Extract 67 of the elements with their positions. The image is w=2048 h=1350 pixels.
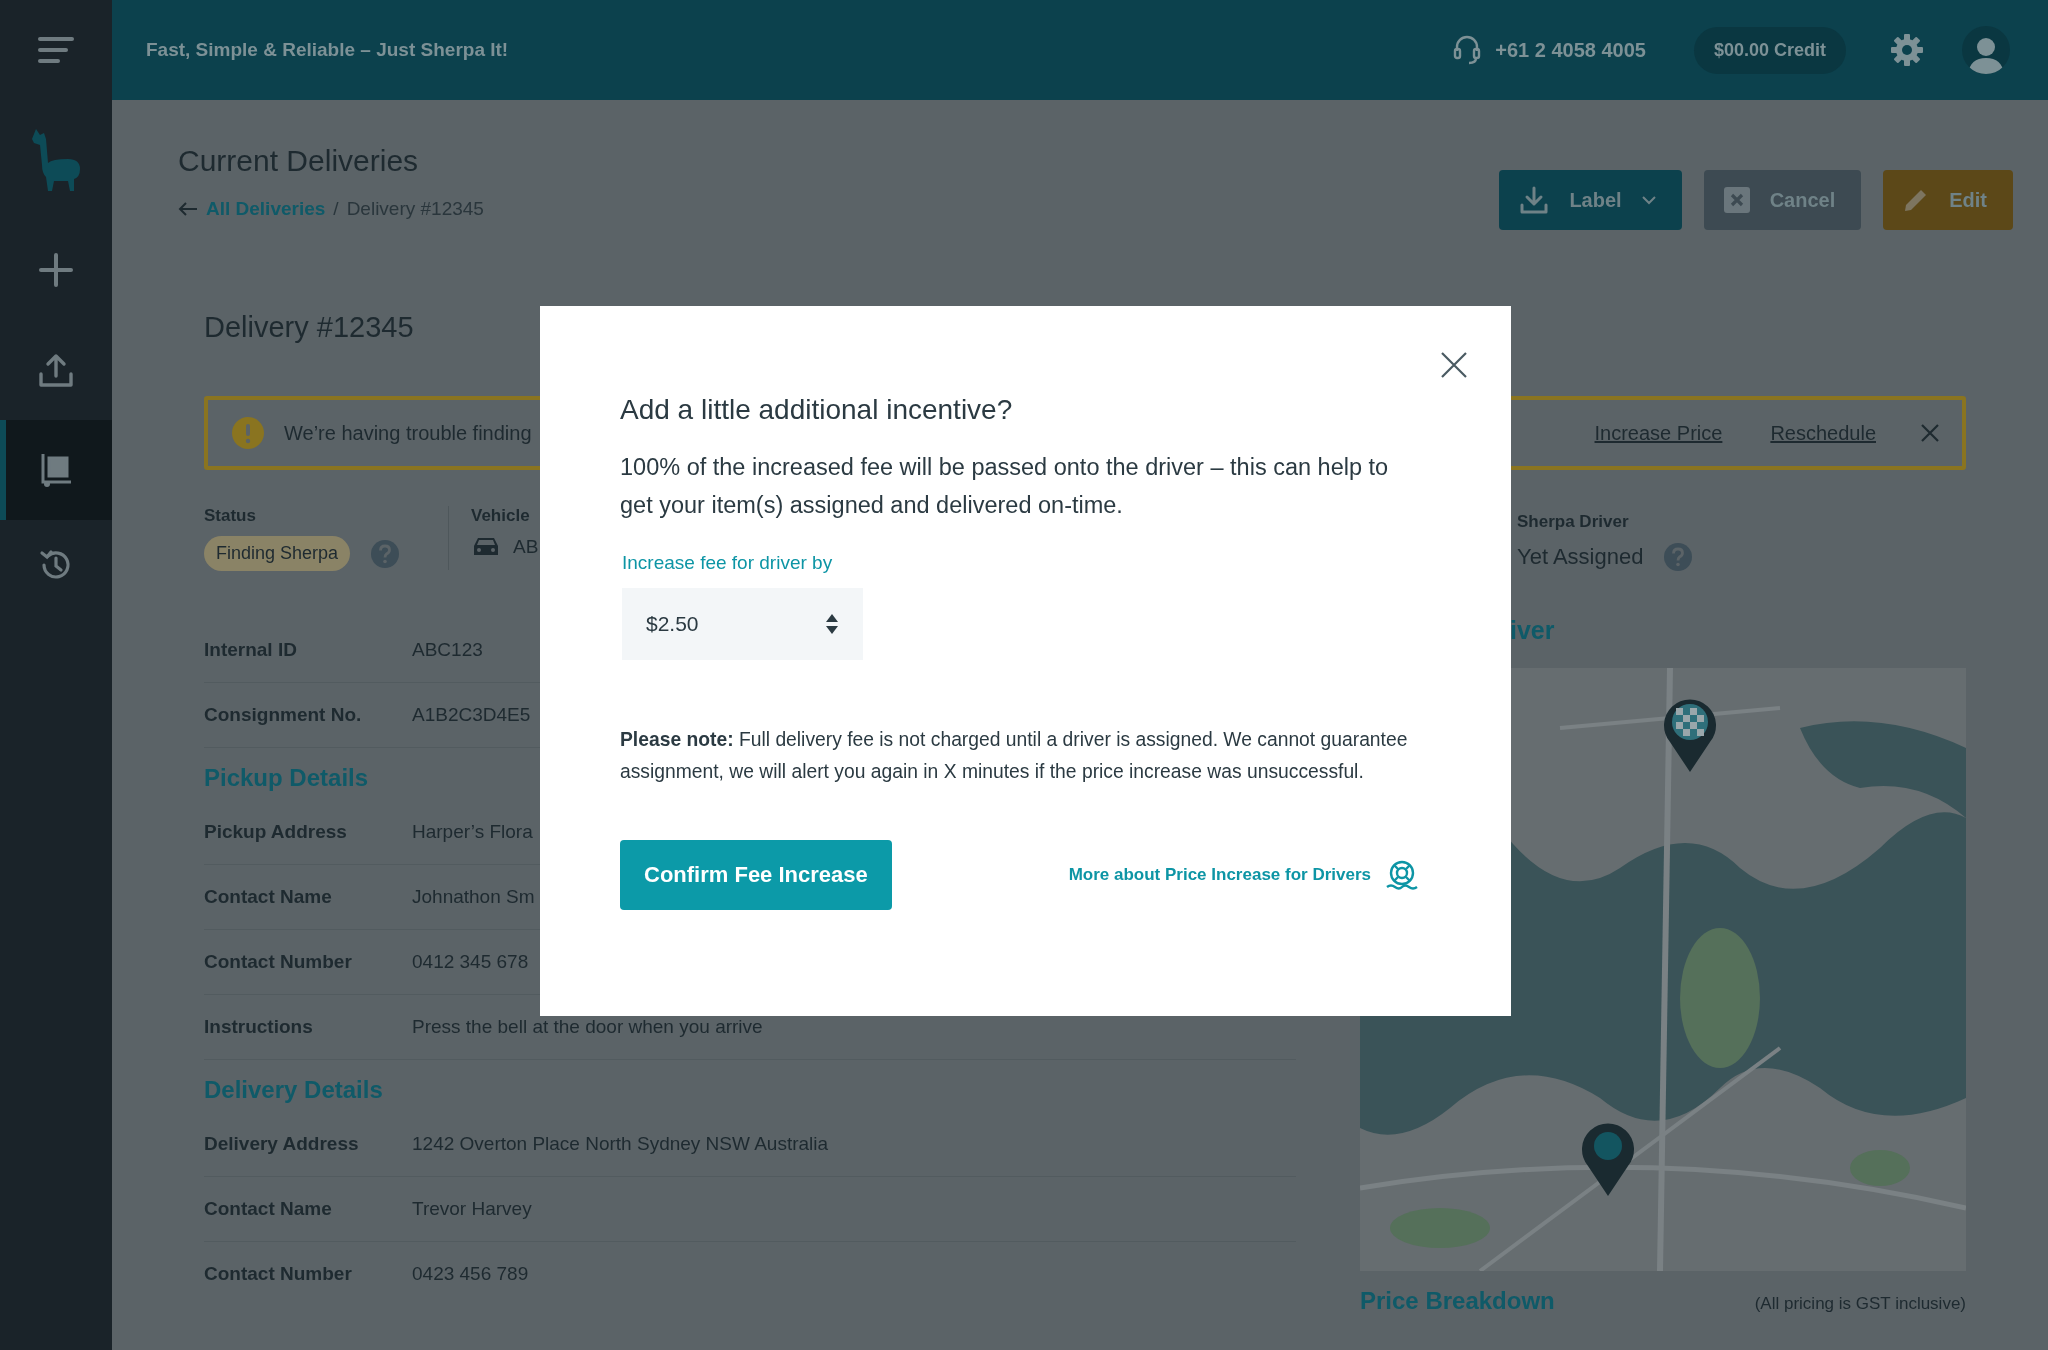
settings-icon[interactable] bbox=[1890, 33, 1924, 67]
field-label: Delivery Address bbox=[204, 1133, 360, 1155]
edit-button[interactable]: Edit bbox=[1883, 170, 2013, 230]
driver-value: Yet Assigned bbox=[1517, 544, 1644, 570]
section-heading: Pickup Details bbox=[204, 764, 369, 792]
field-value: Trevor Harvey bbox=[412, 1198, 532, 1220]
back-arrow-icon[interactable] bbox=[178, 201, 198, 217]
status-label: Status bbox=[204, 506, 257, 526]
modal-description: 100% of the increased fee will be passed onto the driver – this can help to get your item(s) assigned and delivered on-time. bbox=[620, 453, 1390, 520]
caret-icon bbox=[1641, 195, 1656, 205]
phone-number[interactable]: +61 2 4058 4005 bbox=[1495, 38, 1646, 62]
avatar-icon[interactable] bbox=[1962, 26, 2010, 74]
clipboard-icon[interactable] bbox=[39, 452, 73, 488]
field-value: ABC123 bbox=[412, 639, 483, 661]
field-label: Internal ID bbox=[204, 639, 298, 661]
field-label: Contact Name bbox=[204, 1198, 333, 1220]
tagline: Fast, Simple & Reliable – Just Sherpa It! bbox=[146, 39, 510, 61]
field-value: 1242 Overton Place North Sydney NSW Australia bbox=[412, 1133, 829, 1155]
cancel-button[interactable]: Cancel bbox=[1703, 170, 1862, 230]
field-value: Johnathon Sm bbox=[412, 886, 535, 908]
lifebuoy-icon[interactable] bbox=[1385, 860, 1419, 890]
confirm-button[interactable]: Confirm Fee Increase bbox=[620, 840, 892, 910]
field-label: Contact Name bbox=[204, 886, 333, 908]
close-box-icon bbox=[1723, 187, 1750, 213]
pricing-note: (All pricing is GST inclusive) bbox=[1754, 1294, 1966, 1314]
fee-input[interactable]: $2.50 bbox=[622, 588, 863, 660]
alert-link[interactable]: Increase Price bbox=[1594, 421, 1723, 445]
map-pin-icon bbox=[1662, 696, 1718, 772]
vehicle-label: Vehicle bbox=[471, 506, 531, 526]
section-heading: Price Breakdown bbox=[1360, 1287, 1555, 1315]
vehicle-value: AB bbox=[513, 536, 539, 558]
field-label: Increase fee for driver by bbox=[621, 552, 834, 574]
field-value: Harper’s Flora bbox=[412, 821, 533, 843]
add-icon[interactable] bbox=[39, 253, 73, 287]
credit-badge[interactable]: $00.00 Credit bbox=[1693, 26, 1846, 74]
menu-icon[interactable] bbox=[38, 36, 74, 64]
modal-title: Add a little additional incentive? bbox=[620, 394, 1014, 426]
status-badge: Finding Sherpa bbox=[204, 536, 351, 571]
field-label: Pickup Address bbox=[204, 821, 348, 843]
sidebar-item[interactable] bbox=[0, 420, 112, 520]
alert-link[interactable]: Reschedule bbox=[1770, 421, 1876, 445]
map-pin-icon bbox=[1580, 1120, 1636, 1196]
section-heading: iver bbox=[1510, 616, 1556, 646]
section-heading: Delivery Details bbox=[204, 1076, 383, 1104]
help-link[interactable]: More about Price Increase for Drivers bbox=[1068, 865, 1371, 885]
field-label: Consignment No. bbox=[204, 704, 363, 726]
upload-icon[interactable] bbox=[38, 352, 74, 388]
field-value: Press the bell at the door when you arrive bbox=[412, 1016, 763, 1038]
note-text: Please note: Full delivery fee is not charged until a driver is assigned. We cannot guarantee assignment, we will alert you again in X minutes if the price increase was unsuccessful. bbox=[620, 728, 1409, 784]
field-label: Contact Number bbox=[204, 1263, 353, 1285]
page-title: Current Deliveries bbox=[178, 144, 420, 178]
driver-label: Sherpa Driver bbox=[1517, 512, 1630, 532]
field-value: 0412 345 678 bbox=[412, 951, 529, 973]
stepper-icon[interactable] bbox=[825, 613, 839, 635]
alert-message: We’re having trouble finding bbox=[284, 421, 533, 445]
close-icon[interactable] bbox=[1441, 352, 1467, 378]
label-button[interactable]: Label bbox=[1499, 170, 1682, 230]
headset-icon bbox=[1453, 35, 1482, 65]
field-value: A1B2C3D4E5 bbox=[412, 704, 531, 726]
car-icon bbox=[471, 536, 501, 558]
breadcrumb-separator: / bbox=[333, 198, 339, 220]
field-label: Instructions bbox=[204, 1016, 314, 1038]
download-icon bbox=[1519, 185, 1550, 215]
field-value: 0423 456 789 bbox=[412, 1263, 529, 1285]
warning-icon bbox=[232, 417, 264, 449]
delivery-title: Delivery #12345 bbox=[204, 310, 414, 344]
field-label: Contact Number bbox=[204, 951, 353, 973]
